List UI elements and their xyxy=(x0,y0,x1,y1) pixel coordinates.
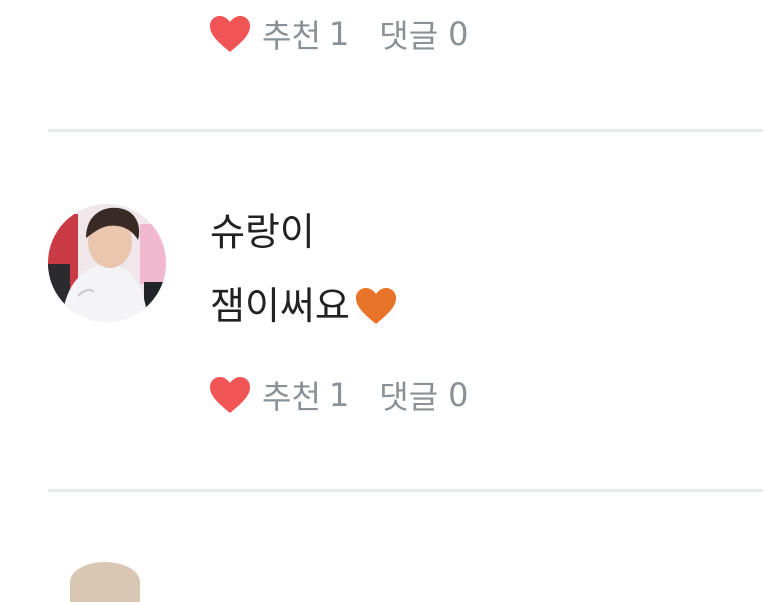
reply-count: 0 xyxy=(448,376,469,414)
comment-text: 잼이써요 xyxy=(210,284,350,328)
like-label[interactable]: 추천 xyxy=(262,372,321,418)
orange-heart-emoji xyxy=(355,288,396,324)
comment-actions: 추천 1 댓글 0 xyxy=(208,371,469,419)
like-count: 1 xyxy=(328,15,350,53)
comment-body: 잼이써요 xyxy=(210,284,398,328)
comment-actions: 추천 1 댓글 0 xyxy=(208,10,469,58)
like-label[interactable]: 추천 xyxy=(262,11,321,57)
reply-label[interactable]: 댓글 xyxy=(379,11,438,57)
like-count: 1 xyxy=(328,376,350,414)
comment-author[interactable]: 슈랑이 xyxy=(210,210,315,254)
avatar[interactable] xyxy=(70,562,140,602)
comment-divider xyxy=(48,489,763,492)
reply-label[interactable]: 댓글 xyxy=(379,372,438,418)
heart-icon[interactable] xyxy=(208,14,252,54)
avatar[interactable] xyxy=(48,204,166,322)
heart-icon[interactable] xyxy=(208,375,252,415)
reply-count: 0 xyxy=(448,15,469,53)
comment-divider xyxy=(48,129,763,132)
